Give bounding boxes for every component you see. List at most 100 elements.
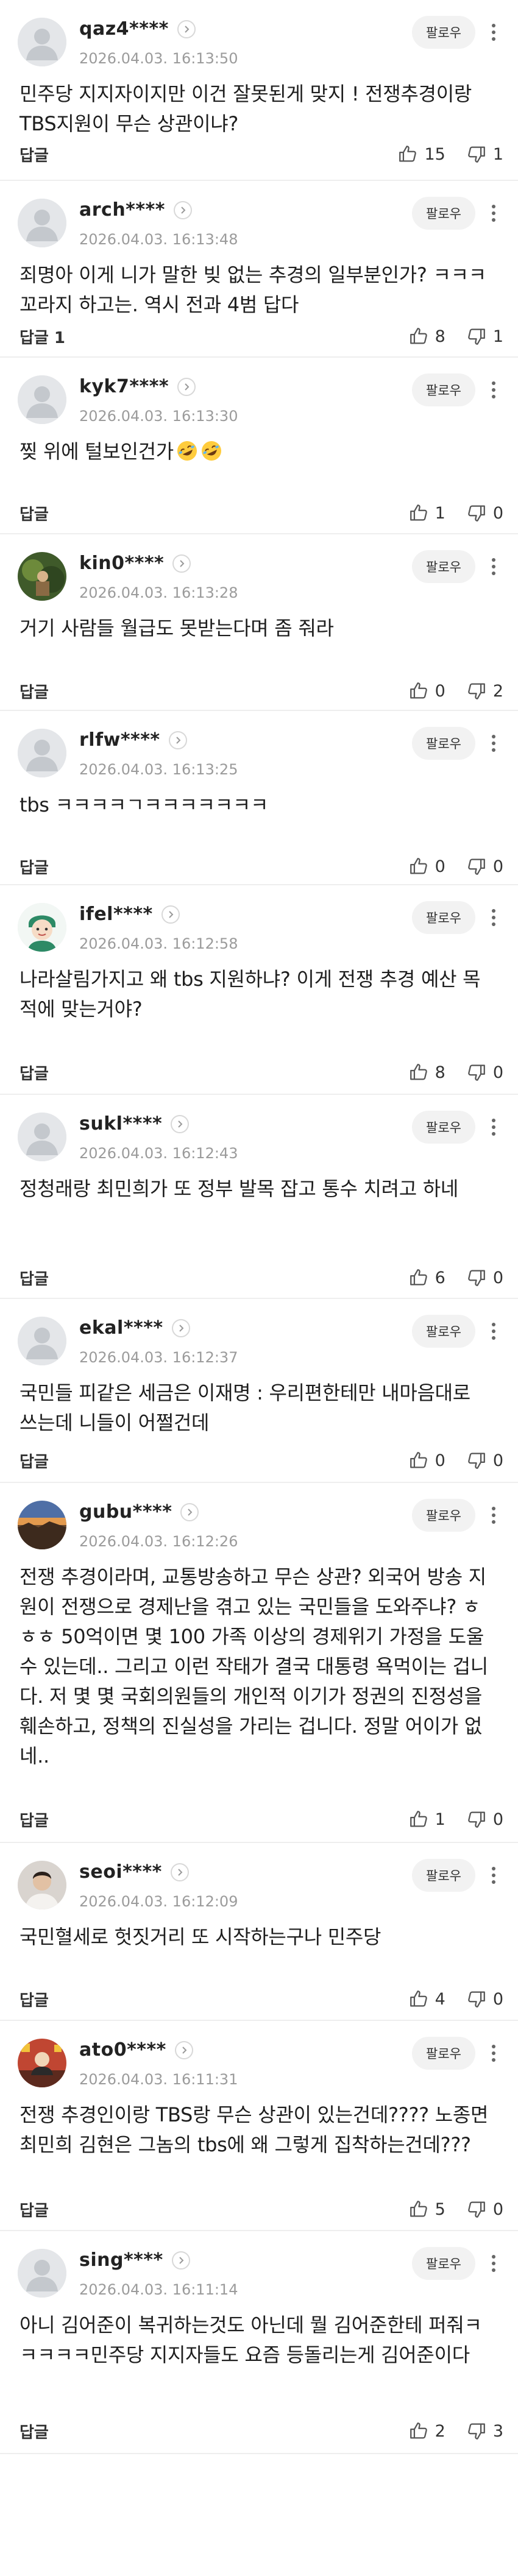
- more-options-icon[interactable]: [483, 16, 505, 49]
- author-nickname[interactable]: ato0****: [79, 2039, 166, 2061]
- chevron-right-icon[interactable]: [173, 200, 192, 219]
- avatar[interactable]: [18, 375, 66, 424]
- follow-button[interactable]: 팔로우: [412, 1499, 475, 1532]
- like-button[interactable]: 0: [408, 681, 445, 701]
- chevron-right-icon[interactable]: [170, 1863, 189, 1881]
- dislike-button[interactable]: 3: [466, 2421, 503, 2441]
- more-options-icon[interactable]: [483, 727, 505, 760]
- follow-button[interactable]: 팔로우: [412, 2037, 475, 2070]
- dislike-button[interactable]: 1: [466, 326, 503, 347]
- thumbs-down-icon: [467, 1064, 485, 1081]
- dislike-button[interactable]: 0: [466, 503, 503, 523]
- follow-button[interactable]: 팔로우: [412, 197, 475, 230]
- like-button[interactable]: 8: [408, 326, 445, 347]
- author-nickname[interactable]: seoi****: [79, 1861, 162, 1883]
- follow-button[interactable]: 팔로우: [412, 1315, 475, 1348]
- chevron-right-icon[interactable]: [180, 1502, 199, 1521]
- avatar[interactable]: [18, 2039, 66, 2087]
- dislike-button[interactable]: 2: [466, 681, 503, 701]
- follow-button[interactable]: 팔로우: [412, 1859, 475, 1892]
- author-nickname[interactable]: kin0****: [79, 553, 164, 574]
- avatar[interactable]: [18, 903, 66, 952]
- like-button[interactable]: 4: [408, 1989, 445, 2009]
- avatar[interactable]: [18, 2249, 66, 2298]
- avatar[interactable]: [18, 1113, 66, 1161]
- author-nickname[interactable]: sukl****: [79, 1113, 162, 1134]
- vote-group: 1 0: [408, 1809, 503, 1830]
- like-button[interactable]: 1: [408, 1809, 445, 1830]
- reply-button[interactable]: 답글: [20, 502, 49, 525]
- reply-button[interactable]: 답글 1: [20, 325, 65, 348]
- dislike-count: 0: [492, 857, 503, 876]
- more-options-icon[interactable]: [483, 550, 505, 583]
- dislike-count: 1: [492, 144, 503, 164]
- reply-button[interactable]: 답글: [20, 680, 49, 702]
- reply-button[interactable]: 답글: [20, 143, 49, 166]
- follow-button[interactable]: 팔로우: [412, 901, 475, 934]
- dislike-button[interactable]: 0: [466, 1989, 503, 2009]
- chevron-right-icon[interactable]: [171, 1318, 190, 1337]
- more-options-icon[interactable]: [483, 197, 505, 230]
- more-options-icon[interactable]: [483, 2037, 505, 2070]
- dislike-button[interactable]: 1: [466, 144, 503, 165]
- author-nickname[interactable]: sing****: [79, 2249, 163, 2271]
- author-nickname[interactable]: ekal****: [79, 1317, 163, 1339]
- reply-button[interactable]: 답글: [20, 1061, 49, 1084]
- follow-button[interactable]: 팔로우: [412, 373, 475, 406]
- reply-button[interactable]: 답글: [20, 2198, 49, 2221]
- reply-button[interactable]: 답글: [20, 1808, 49, 1831]
- follow-button[interactable]: 팔로우: [412, 550, 475, 583]
- chevron-right-icon[interactable]: [177, 377, 196, 396]
- author-nickname[interactable]: gubu****: [79, 1501, 172, 1523]
- chevron-right-icon[interactable]: [172, 554, 191, 573]
- avatar[interactable]: [18, 1861, 66, 1909]
- reply-button[interactable]: 답글: [20, 1267, 49, 1289]
- dislike-button[interactable]: 0: [466, 856, 503, 877]
- follow-button[interactable]: 팔로우: [412, 727, 475, 760]
- avatar[interactable]: [18, 729, 66, 777]
- dislike-button[interactable]: 0: [466, 1450, 503, 1471]
- dislike-button[interactable]: 0: [466, 1267, 503, 1288]
- like-button[interactable]: 2: [408, 2421, 445, 2441]
- chevron-right-icon[interactable]: [161, 905, 180, 924]
- chevron-right-icon[interactable]: [168, 731, 187, 749]
- author-nickname[interactable]: qaz4****: [79, 18, 169, 40]
- dislike-button[interactable]: 0: [466, 2199, 503, 2220]
- like-button[interactable]: 1: [408, 503, 445, 523]
- like-button[interactable]: 0: [408, 1450, 445, 1471]
- more-options-icon[interactable]: [483, 901, 505, 934]
- reply-button[interactable]: 답글: [20, 2420, 49, 2443]
- like-button[interactable]: 0: [408, 856, 445, 877]
- like-button[interactable]: 5: [408, 2199, 445, 2220]
- more-options-icon[interactable]: [483, 1315, 505, 1348]
- chevron-right-icon[interactable]: [177, 19, 196, 38]
- more-options-icon[interactable]: [483, 1111, 505, 1144]
- dislike-button[interactable]: 0: [466, 1809, 503, 1830]
- author-nickname[interactable]: kyk7****: [79, 376, 169, 397]
- avatar[interactable]: [18, 18, 66, 66]
- avatar[interactable]: [18, 1317, 66, 1365]
- follow-button[interactable]: 팔로우: [412, 16, 475, 49]
- chevron-right-icon[interactable]: [171, 1114, 190, 1133]
- like-button[interactable]: 6: [408, 1267, 445, 1288]
- author-nickname[interactable]: arch****: [79, 199, 165, 221]
- dislike-button[interactable]: 0: [466, 1062, 503, 1083]
- more-options-icon[interactable]: [483, 373, 505, 406]
- author-nickname[interactable]: rlfw****: [79, 729, 160, 751]
- chevron-right-icon[interactable]: [174, 2040, 193, 2059]
- avatar[interactable]: [18, 199, 66, 247]
- like-button[interactable]: 15: [397, 144, 445, 165]
- author-nickname[interactable]: ifel****: [79, 904, 153, 925]
- reply-button[interactable]: 답글: [20, 1988, 49, 2011]
- avatar[interactable]: [18, 1501, 66, 1549]
- more-options-icon[interactable]: [483, 1859, 505, 1892]
- reply-button[interactable]: 답글: [20, 1449, 49, 1472]
- follow-button[interactable]: 팔로우: [412, 2247, 475, 2280]
- like-button[interactable]: 8: [408, 1062, 445, 1083]
- more-options-icon[interactable]: [483, 2247, 505, 2280]
- avatar[interactable]: [18, 552, 66, 601]
- more-options-icon[interactable]: [483, 1499, 505, 1532]
- follow-button[interactable]: 팔로우: [412, 1111, 475, 1144]
- reply-button[interactable]: 답글: [20, 855, 49, 878]
- chevron-right-icon[interactable]: [171, 2251, 190, 2270]
